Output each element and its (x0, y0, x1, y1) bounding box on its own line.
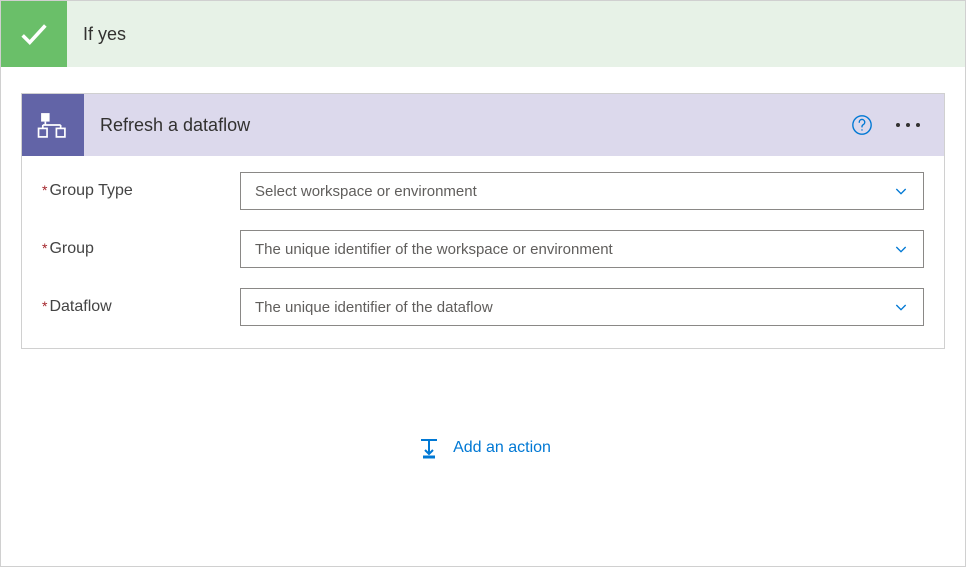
select-placeholder: The unique identifier of the workspace o… (255, 241, 613, 258)
required-asterisk: * (42, 240, 47, 256)
chevron-down-icon (893, 241, 909, 257)
field-label-text: Group Type (49, 182, 132, 200)
required-asterisk: * (42, 298, 47, 314)
action-form: * Group Type Select workspace or environ… (22, 156, 944, 348)
add-action-icon (415, 434, 443, 462)
help-icon[interactable] (848, 111, 876, 139)
field-label: * Group (42, 240, 240, 258)
group-select[interactable]: The unique identifier of the workspace o… (240, 230, 924, 268)
condition-header[interactable]: If yes (1, 1, 965, 67)
action-title: Refresh a dataflow (100, 115, 848, 136)
more-icon[interactable] (888, 111, 928, 139)
select-placeholder: Select workspace or environment (255, 183, 477, 200)
add-action-button[interactable]: Add an action (415, 434, 551, 462)
chevron-down-icon (893, 183, 909, 199)
chevron-down-icon (893, 299, 909, 315)
group-type-select[interactable]: Select workspace or environment (240, 172, 924, 210)
form-row-group-type: * Group Type Select workspace or environ… (42, 172, 924, 210)
condition-title: If yes (83, 24, 126, 45)
required-asterisk: * (42, 182, 47, 198)
action-header[interactable]: Refresh a dataflow (22, 94, 944, 156)
checkmark-icon (1, 1, 67, 67)
field-label: * Group Type (42, 182, 240, 200)
dataflow-icon (22, 94, 84, 156)
add-action-label: Add an action (453, 439, 551, 457)
field-label-text: Group (49, 240, 93, 258)
dataflow-select[interactable]: The unique identifier of the dataflow (240, 288, 924, 326)
form-row-dataflow: * Dataflow The unique identifier of the … (42, 288, 924, 326)
form-row-group: * Group The unique identifier of the wor… (42, 230, 924, 268)
select-placeholder: The unique identifier of the dataflow (255, 299, 493, 316)
field-label: * Dataflow (42, 298, 240, 316)
action-card: Refresh a dataflow * Group Type (21, 93, 945, 349)
field-label-text: Dataflow (49, 298, 111, 316)
